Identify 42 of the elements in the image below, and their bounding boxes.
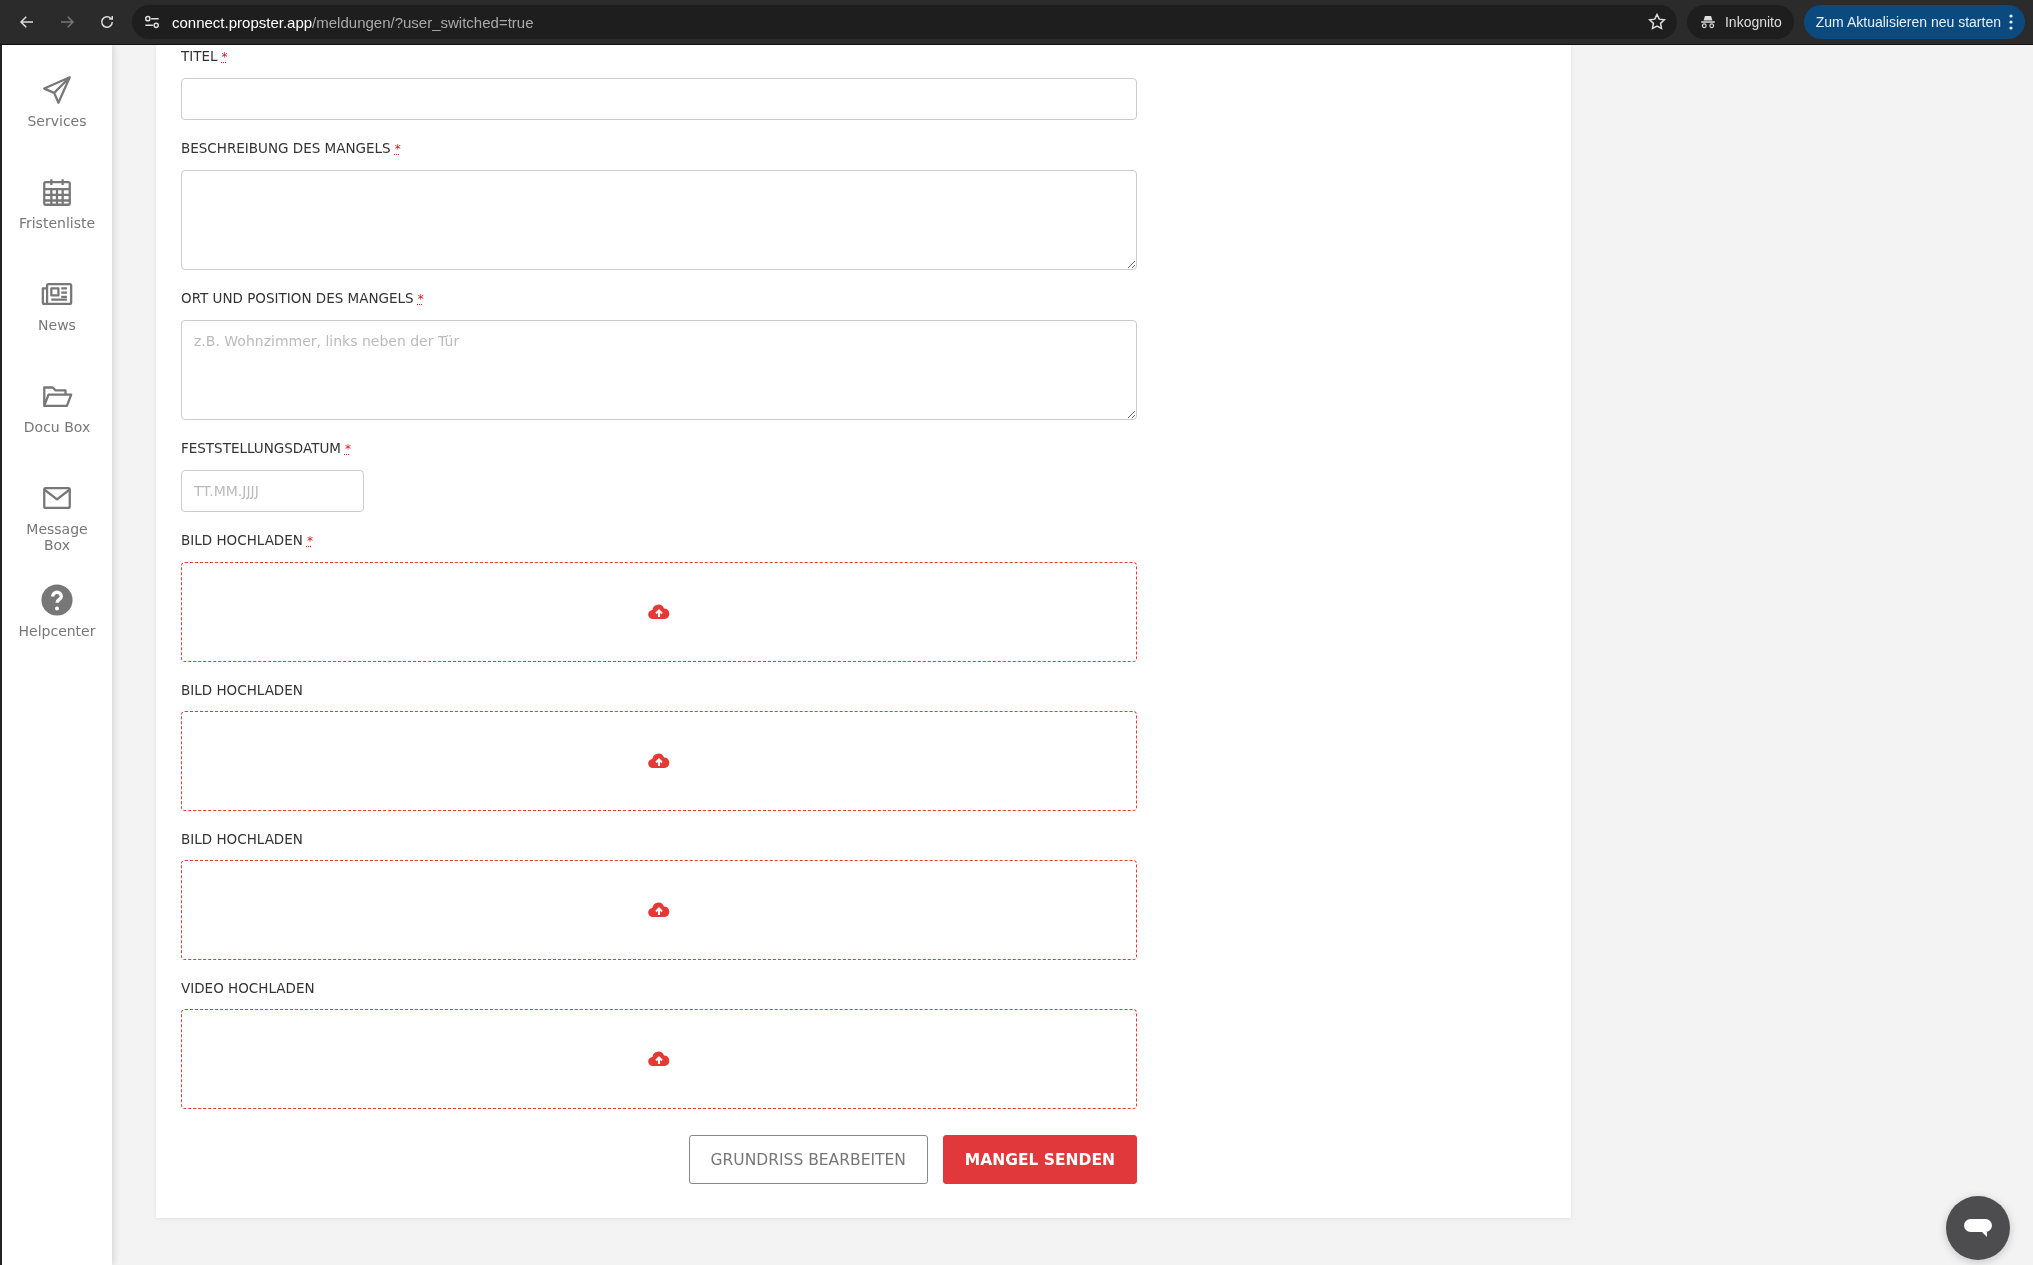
reload-icon: [98, 13, 116, 31]
field-label: BILD HOCHLADEN *: [181, 531, 314, 550]
cloud-upload-icon: [648, 604, 670, 620]
help-icon: [40, 583, 74, 617]
chat-button[interactable]: [1946, 1196, 2010, 1260]
restart-update-button[interactable]: Zum Aktualisieren neu starten: [1803, 5, 2025, 39]
sidebar-item[interactable]: News: [17, 277, 97, 379]
address-bar[interactable]: connect.propster.app/meldungen/?user_switched=true: [132, 5, 1677, 39]
cloud-upload-icon: [648, 902, 670, 918]
required-marker: *: [344, 442, 351, 456]
required-marker: *: [394, 142, 401, 156]
required-marker: *: [221, 50, 228, 64]
date-input[interactable]: TT.MM.JJJJ: [181, 470, 364, 512]
cloud-upload-icon: [648, 1051, 670, 1067]
required-marker: *: [417, 292, 424, 306]
field-label: FESTSTELLUNGSDATUM *: [181, 439, 352, 458]
forward-arrow-icon: [58, 13, 76, 31]
field-label: VIDEO HOCHLADEN: [181, 979, 316, 997]
edit-floorplan-button[interactable]: GRUNDRISS BEARBEITEN: [688, 1135, 928, 1184]
incognito-icon: [1698, 13, 1717, 31]
textarea-field[interactable]: [181, 170, 1137, 270]
field-label: ORT UND POSITION DES MANGELS *: [181, 289, 425, 308]
required-marker: *: [306, 534, 313, 548]
sidebar-item[interactable]: Services: [17, 73, 97, 175]
textarea-field[interactable]: z.B. Wohnzimmer, links neben der Tür: [181, 320, 1137, 420]
incognito-chip[interactable]: Inkognito: [1686, 5, 1794, 39]
sidebar-item[interactable]: Fristenliste: [17, 175, 97, 277]
title-input[interactable]: [181, 78, 1137, 120]
more-icon: [2009, 14, 2013, 30]
cloud-upload-icon: [648, 753, 670, 769]
sidebar-item[interactable]: Message Box: [17, 481, 97, 583]
field-label: BESCHREIBUNG DES MANGELS *: [181, 139, 402, 158]
submit-button[interactable]: MANGEL SENDEN: [942, 1135, 1137, 1184]
sidebar-item[interactable]: Docu Box: [17, 379, 97, 481]
paper-plane-icon: [40, 73, 74, 107]
field-label: BILD HOCHLADEN: [181, 830, 304, 848]
url-text: connect.propster.app/meldungen/?user_switched=true: [172, 13, 534, 31]
field-label: BILD HOCHLADEN: [181, 681, 304, 699]
star-icon[interactable]: [1646, 12, 1667, 32]
field-label: TITEL *: [181, 47, 229, 66]
back-arrow-icon: [18, 13, 36, 31]
sidebar-item[interactable]: Helpcenter: [17, 583, 97, 685]
